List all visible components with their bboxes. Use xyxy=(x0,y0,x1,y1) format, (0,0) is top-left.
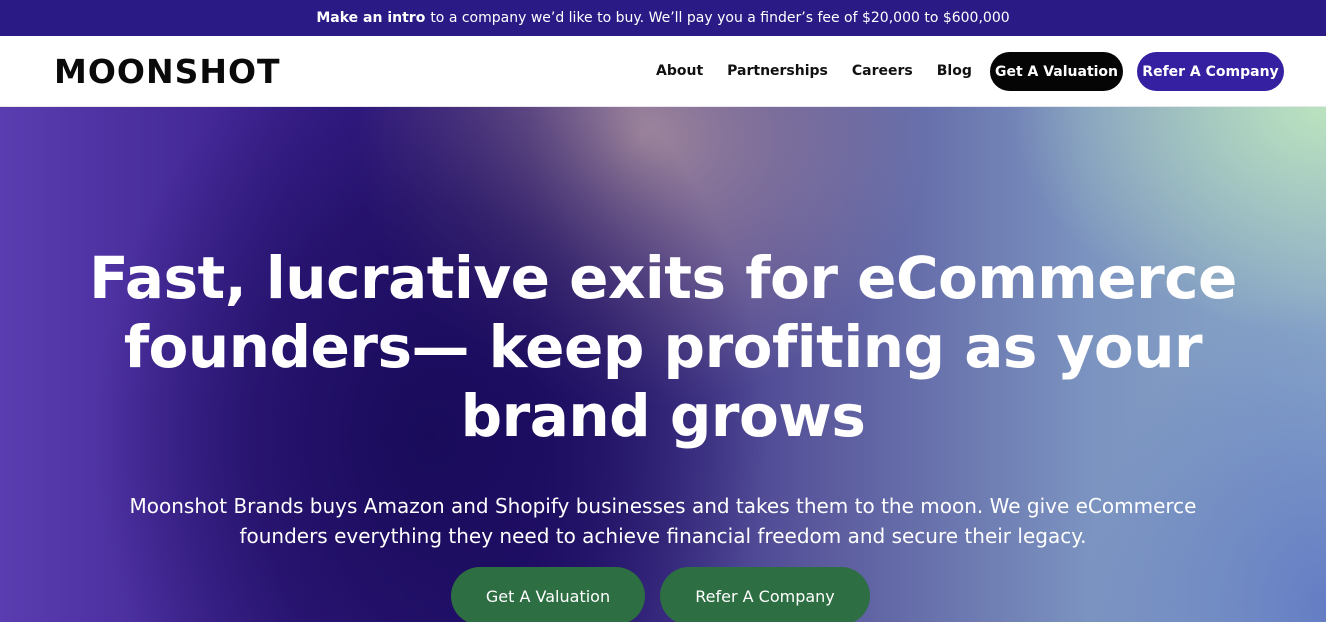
moonshot-logo[interactable]: MOONSHOT xyxy=(54,50,281,94)
nav-partnerships[interactable]: Partnerships xyxy=(727,63,828,79)
hero-get-valuation-button[interactable]: Get A Valuation xyxy=(451,567,645,622)
nav-about[interactable]: About xyxy=(656,63,703,79)
hero-title-line: brand grows xyxy=(460,382,866,450)
hero-subtitle: Moonshot Brands buys Amazon and Shopify … xyxy=(0,491,1326,551)
header-refer-company-button[interactable]: Refer A Company xyxy=(1137,52,1284,91)
header-get-valuation-button[interactable]: Get A Valuation xyxy=(990,52,1123,91)
hero-title: Fast, lucrative exits for eCommerce foun… xyxy=(0,244,1326,451)
hero-refer-company-button[interactable]: Refer A Company xyxy=(660,567,870,622)
nav-careers[interactable]: Careers xyxy=(852,63,913,79)
main-nav: About Partnerships Careers Blog xyxy=(656,36,972,106)
site-header: MOONSHOT About Partnerships Careers Blog… xyxy=(0,36,1326,107)
hero-subtitle-line: Moonshot Brands buys Amazon and Shopify … xyxy=(129,494,1197,518)
hero-title-line: founders— keep profiting as your xyxy=(123,313,1203,381)
announcement-bar[interactable]: Make an intro to a company we’d like to … xyxy=(0,0,1326,36)
announcement-strong-text: Make an intro xyxy=(316,10,426,26)
hero-section: Fast, lucrative exits for eCommerce foun… xyxy=(0,107,1326,622)
hero-title-line: Fast, lucrative exits for eCommerce xyxy=(89,244,1237,312)
hero-subtitle-line: founders everything they need to achieve… xyxy=(239,524,1087,548)
nav-blog[interactable]: Blog xyxy=(937,63,972,79)
announcement-text: to a company we’d like to buy. We’ll pay… xyxy=(430,10,1010,26)
